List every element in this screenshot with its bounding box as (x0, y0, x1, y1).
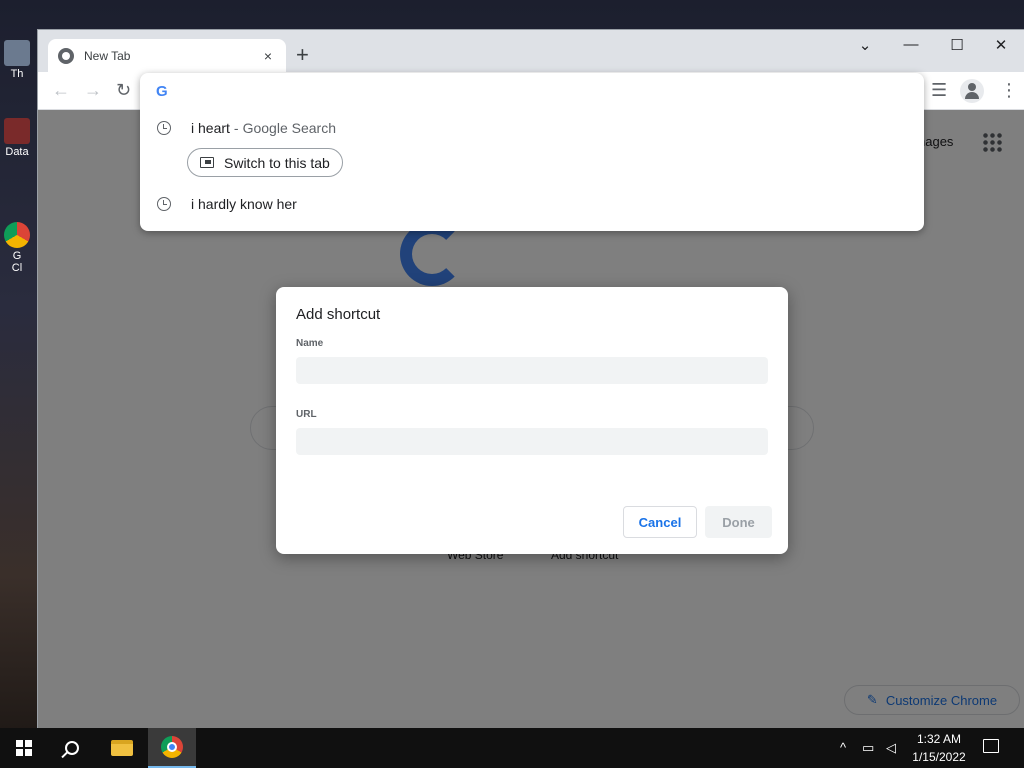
desktop-icon-data[interactable]: Data (0, 118, 34, 158)
history-clock-icon (157, 197, 171, 211)
google-chrome-icon (161, 736, 183, 758)
folder-icon (111, 740, 133, 756)
close-window-button[interactable]: ✕ (978, 36, 1024, 54)
clock-time: 1:32 AM (916, 732, 962, 746)
google-g-icon: G (156, 83, 168, 100)
omnibox-dropdown: G i heart - Google Search Switch to this… (140, 73, 924, 231)
volume-muted-icon[interactable]: ◁ (886, 740, 896, 756)
minimize-button[interactable]: — (888, 36, 934, 53)
taskbar-chrome[interactable] (148, 728, 196, 768)
history-clock-icon (157, 121, 171, 135)
tab-new-tab[interactable]: New Tab × (48, 39, 286, 72)
tab-search-button[interactable]: ⌄ (842, 36, 888, 54)
reload-button[interactable]: ↻ (116, 80, 131, 100)
chrome-favicon-icon (58, 47, 74, 64)
google-chrome-icon (4, 222, 30, 248)
url-input[interactable] (296, 428, 768, 455)
tab-strip: New Tab × + ⌄ — ☐ ✕ (38, 30, 1024, 72)
search-icon (65, 741, 79, 755)
forward-button[interactable]: → (84, 80, 102, 100)
taskbar-clock[interactable]: 1:32 AM 1/15/2022 (906, 730, 972, 766)
clock-date: 1/15/2022 (912, 750, 966, 764)
done-button[interactable]: Done (705, 506, 772, 538)
recycle-bin-icon (4, 40, 30, 66)
dialog-title: Add shortcut (296, 306, 381, 323)
new-tab-button[interactable]: + (296, 44, 309, 66)
switch-to-tab-button[interactable]: Switch to this tab (187, 148, 343, 177)
name-input[interactable] (296, 357, 768, 384)
tray-overflow-chevron-icon[interactable]: ^ (840, 740, 846, 755)
back-button[interactable]: ← (52, 80, 70, 100)
desktop-icon-label: G (12, 250, 22, 262)
windows-logo-icon (16, 740, 32, 756)
desktop-icon-recycle-bin[interactable]: Th (0, 40, 34, 80)
desktop-icon-label: Th (10, 68, 24, 80)
suggestion-query: i hardly know her (191, 196, 297, 212)
network-icon[interactable]: ▭ (862, 740, 874, 756)
tab-close-icon[interactable]: × (260, 48, 276, 64)
maximize-button[interactable]: ☐ (934, 36, 980, 54)
taskbar-search-button[interactable] (48, 728, 96, 768)
tab-icon (200, 157, 214, 168)
start-button[interactable] (0, 728, 48, 768)
suggestion-row[interactable]: i heart - Google Search (140, 114, 924, 142)
suggestion-separator: - (233, 120, 239, 136)
suggestion-engine: Google Search (242, 120, 336, 136)
switch-to-tab-label: Switch to this tab (224, 154, 330, 171)
chrome-menu-button[interactable]: ⋮ (1000, 80, 1018, 100)
cancel-button[interactable]: Cancel (623, 506, 697, 538)
media-control-button[interactable]: ☰ (931, 80, 947, 100)
add-shortcut-dialog: Add shortcut Name URL Cancel Done (276, 287, 788, 554)
action-center-icon[interactable] (983, 739, 999, 753)
suggestion-row[interactable]: i hardly know her (140, 190, 924, 218)
url-label: URL (296, 409, 317, 420)
desktop-icon-chrome[interactable]: G Cl (0, 222, 34, 274)
desktop-icon-sublabel: Cl (11, 262, 23, 274)
taskbar: ^ ▭ ◁ 1:32 AM 1/15/2022 (0, 728, 1024, 768)
taskbar-file-explorer[interactable] (98, 728, 146, 768)
tab-title: New Tab (84, 48, 131, 63)
profile-avatar[interactable] (960, 79, 984, 103)
name-label: Name (296, 338, 324, 349)
desktop-icon-label: Data (5, 146, 29, 158)
shortcut-icon (4, 118, 30, 144)
suggestion-query: i heart (191, 120, 230, 136)
